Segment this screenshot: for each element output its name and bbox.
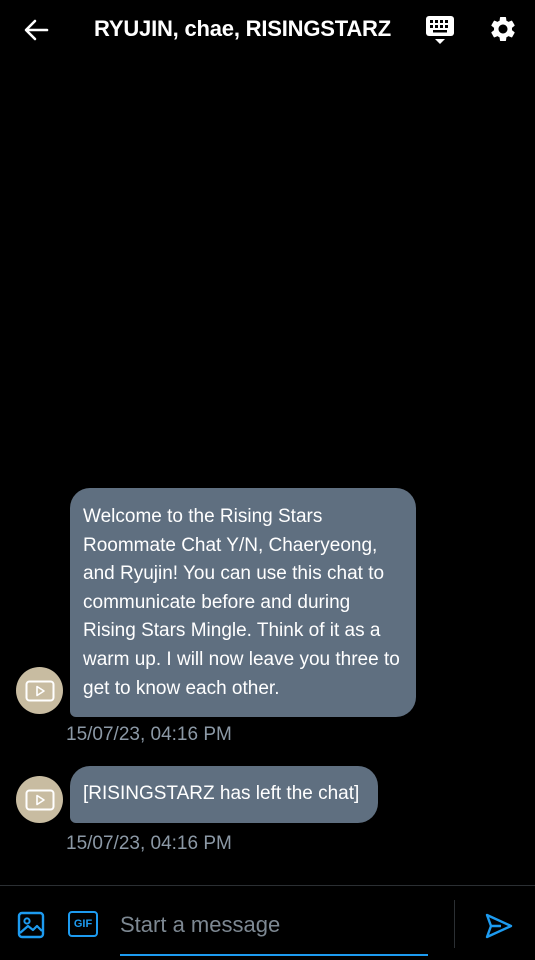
- message-composer: GIF Start a message: [0, 885, 535, 960]
- chat-header: RYUJIN, chae, RISINGSTARZ: [0, 0, 535, 60]
- composer-divider: [454, 900, 455, 948]
- image-icon: [17, 911, 45, 939]
- play-icon: [25, 789, 54, 810]
- message-bubble[interactable]: Welcome to the Rising Stars Roommate Cha…: [70, 488, 416, 718]
- keyboard-button[interactable]: [424, 14, 458, 46]
- message-timestamp: 15/07/23, 04:16 PM: [66, 724, 232, 745]
- settings-button[interactable]: [488, 14, 520, 46]
- avatar[interactable]: [16, 667, 63, 714]
- back-arrow-icon: [24, 19, 49, 41]
- send-button[interactable]: [484, 911, 514, 941]
- chat-title[interactable]: RYUJIN, chae, RISINGSTARZ: [94, 16, 391, 42]
- message-timestamp: 15/07/23, 04:16 PM: [66, 833, 232, 854]
- add-image-button[interactable]: [17, 911, 45, 939]
- gear-icon: [491, 16, 515, 41]
- gif-button[interactable]: GIF: [68, 911, 98, 937]
- keyboard-icon: [426, 16, 454, 44]
- avatar[interactable]: [16, 776, 63, 823]
- message-input[interactable]: Start a message: [120, 908, 428, 956]
- send-icon: [485, 913, 513, 939]
- message-bubble[interactable]: [RISINGSTARZ has left the chat]: [70, 766, 378, 823]
- back-button[interactable]: [20, 14, 52, 46]
- play-icon: [25, 680, 54, 701]
